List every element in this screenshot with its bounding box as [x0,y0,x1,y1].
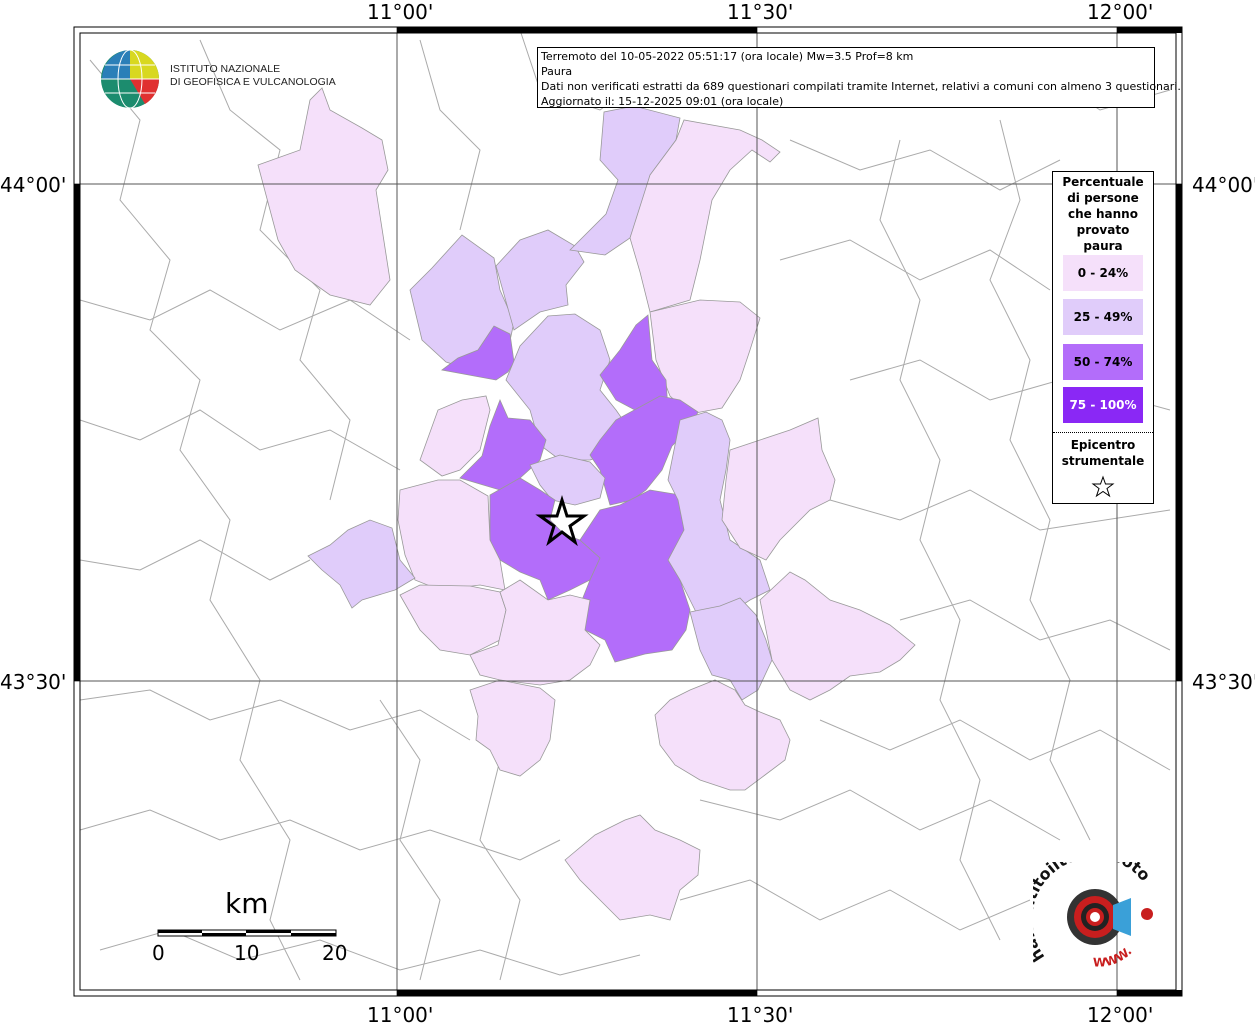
svg-text:WWW.: WWW. [1093,944,1135,969]
legend-item-25-49: 25 - 49% [1063,299,1143,335]
scale-label-10: 10 [234,941,260,965]
legend: Percentuale di persone che hanno provato… [1052,171,1154,504]
haisentito-logo[interactable]: haisentitoilterremoto.it WWW. [1017,843,1163,977]
legend-epicenter-line1: Epicentro [1070,438,1136,452]
legend-title-line2: di persone [1067,191,1139,205]
event-info-line3: Dati non verificati estratti da 689 ques… [541,80,1181,93]
event-info-line2: Paura [541,65,573,78]
legend-title-line1: Percentuale [1062,175,1144,189]
event-info-line1: Terremoto del 10-05-2022 05:51:17 (ora l… [541,50,914,63]
legend-title-line5: paura [1083,239,1123,253]
legend-epicenter-label: Epicentro strumentale [1053,437,1153,469]
scale-bar: km 0 10 20 [150,885,360,965]
legend-item-0-24: 0 - 24% [1063,255,1143,291]
legend-item-75-100: 75 - 100% [1063,387,1143,423]
ingv-name: ISTITUTO NAZIONALE DI GEOFISICA E VULCAN… [170,63,336,89]
event-info-line4: Aggiornato il: 15-12-2025 09:01 (ora loc… [541,95,784,108]
legend-title-line4: provato [1076,223,1130,237]
legend-separator [1053,432,1153,433]
haisentito-logo-graphic: haisentitoilterremoto.it WWW. [1017,843,1154,970]
star-icon [1091,475,1115,498]
legend-epicenter-line2: strumentale [1061,454,1145,468]
event-info-box: Terremoto del 10-05-2022 05:51:17 (ora l… [537,47,1181,108]
scale-label-20: 20 [322,941,348,965]
ingv-name-line1: ISTITUTO NAZIONALE [170,63,281,75]
ingv-name-line2: DI GEOFISICA E VULCANOLOGIA [170,76,336,88]
legend-item-50-74: 50 - 74% [1063,344,1143,380]
scale-label-0: 0 [152,941,165,965]
legend-title-line3: che hanno [1068,207,1138,221]
legend-title: Percentuale di persone che hanno provato… [1053,174,1153,254]
scale-bar-graphic [157,929,337,937]
haisentito-www: WWW. [1093,944,1135,969]
globe-icon [101,49,160,109]
